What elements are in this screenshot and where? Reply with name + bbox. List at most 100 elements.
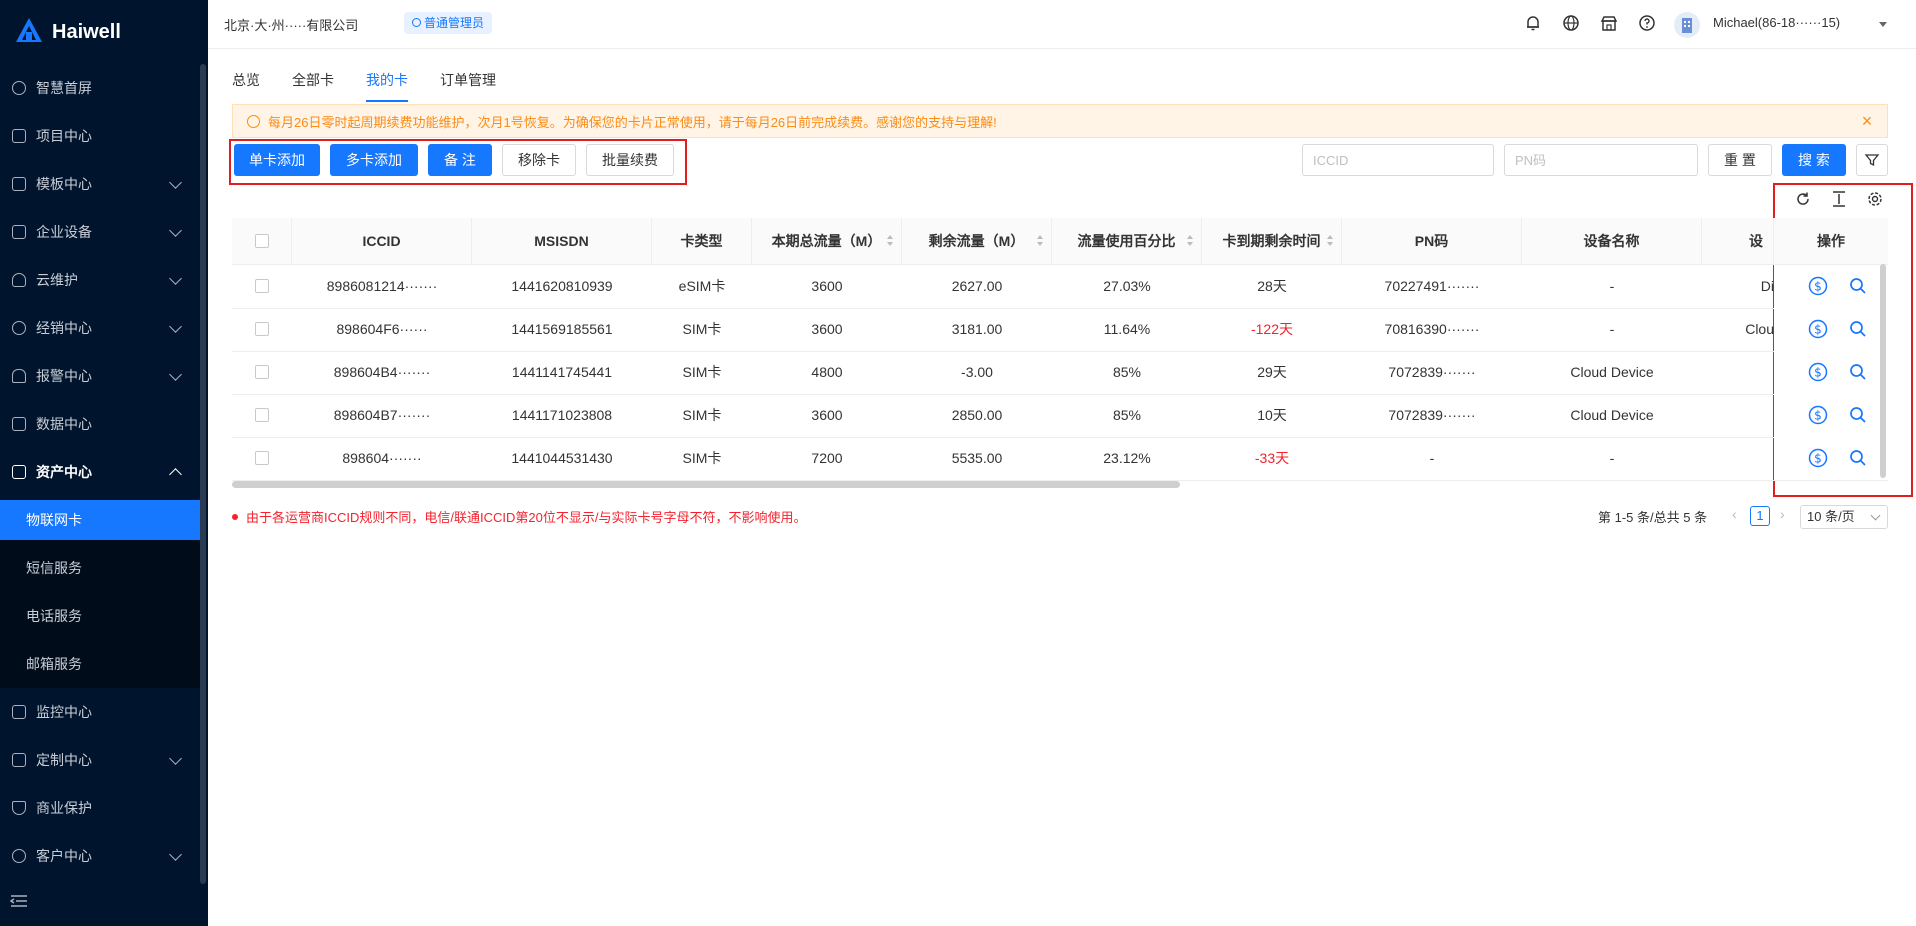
header-card-type[interactable]: 卡类型 [652, 218, 752, 264]
row-checkbox[interactable] [255, 451, 269, 465]
sidebar-item-label: 监控中心 [36, 704, 92, 720]
chevron-down-icon [169, 320, 182, 333]
select-all-checkbox[interactable] [255, 234, 269, 248]
sidebar-item-alarm[interactable]: 报警中心 [0, 356, 200, 396]
sidebar-subitem-sms[interactable]: 短信服务 [0, 548, 200, 588]
header-msisdn[interactable]: MSISDN [472, 218, 652, 264]
sidebar-item-protection[interactable]: 商业保护 [0, 788, 200, 828]
table-horizontal-scrollbar[interactable] [232, 481, 1180, 488]
table-vertical-scrollbar[interactable] [1880, 264, 1886, 478]
sidebar-subitem-email[interactable]: 邮箱服务 [0, 644, 200, 684]
batch-renew-button[interactable]: 批量续费 [586, 144, 674, 176]
header-usage-percent[interactable]: 流量使用百分比 [1052, 218, 1202, 264]
search-icon[interactable] [1848, 405, 1868, 425]
cell-usage-percent: 23.12% [1103, 450, 1151, 466]
search-icon[interactable] [1848, 276, 1868, 296]
tab-overview[interactable]: 总览 [232, 70, 260, 90]
page-number-button[interactable]: 1 [1750, 506, 1770, 526]
sidebar-subitem-phone[interactable]: 电话服务 [0, 596, 200, 636]
table-row[interactable]: 898604······· 1441044531430 SIM卡 7200 55… [232, 437, 1888, 481]
row-checkbox[interactable] [255, 365, 269, 379]
avatar[interactable] [1674, 12, 1700, 38]
iccid-search-input[interactable] [1302, 144, 1494, 176]
user-menu[interactable]: Michael(86-18······15) [1713, 15, 1840, 30]
sidebar-scrollbar[interactable] [200, 64, 206, 884]
table-row[interactable]: 898604F6······ 1441569185561 SIM卡 3600 3… [232, 308, 1888, 352]
search-icon[interactable] [1848, 319, 1868, 339]
row-checkbox[interactable] [255, 408, 269, 422]
cell-remaining-traffic: 2627.00 [951, 278, 1003, 294]
bell-icon[interactable] [1524, 14, 1542, 32]
refresh-icon[interactable] [1794, 190, 1812, 208]
renew-dollar-icon[interactable]: $ [1808, 319, 1828, 339]
menu-collapse-icon[interactable] [10, 894, 28, 908]
filter-button[interactable] [1856, 144, 1888, 176]
header-operations: 操作 [1774, 218, 1888, 264]
brand-logo[interactable]: Haiwell [0, 0, 208, 64]
header-pn[interactable]: PN码 [1342, 218, 1522, 264]
search-icon[interactable] [1848, 362, 1868, 382]
table-row[interactable]: 898604B4······· 1441141745441 SIM卡 4800 … [232, 351, 1888, 395]
header-device-extra[interactable]: 设 [1702, 218, 1774, 264]
sidebar-item-label: 报警中心 [36, 368, 92, 384]
close-icon[interactable]: × [1859, 112, 1875, 130]
sidebar-item-projects[interactable]: 项目中心 [0, 116, 200, 156]
prev-page-icon[interactable]: ‹ [1732, 506, 1744, 524]
remark-button[interactable]: 备 注 [428, 144, 492, 176]
header-remaining-traffic[interactable]: 剩余流量（M） [902, 218, 1052, 264]
sort-icon[interactable] [887, 235, 893, 247]
sidebar-item-customers[interactable]: 客户中心 [0, 836, 200, 876]
renew-dollar-icon[interactable]: $ [1808, 405, 1828, 425]
cell-total-traffic: 7200 [811, 450, 843, 466]
column-height-icon[interactable] [1830, 190, 1848, 208]
sort-icon[interactable] [1327, 235, 1333, 247]
globe-icon[interactable] [1562, 14, 1580, 32]
sidebar-item-monitor[interactable]: 监控中心 [0, 692, 200, 732]
multi-add-button[interactable]: 多卡添加 [330, 144, 418, 176]
table-row[interactable]: 8986081214······· 1441620810939 eSIM卡 36… [232, 265, 1888, 309]
header-device-name[interactable]: 设备名称 [1522, 218, 1702, 264]
alarm-icon [12, 369, 26, 383]
sidebar-item-cloud[interactable]: 云维护 [0, 260, 200, 300]
sidebar-item-data[interactable]: 数据中心 [0, 404, 200, 444]
page-size-select[interactable]: 10 条/页 [1800, 505, 1888, 529]
header-total-traffic[interactable]: 本期总流量（M） [752, 218, 902, 264]
row-checkbox[interactable] [255, 322, 269, 336]
cell-device-name: Cloud Device [1570, 407, 1654, 423]
header-expiry[interactable]: 卡到期剩余时间 [1202, 218, 1342, 264]
header-label: 剩余流量（M） [928, 233, 1025, 249]
sidebar-item-dashboard[interactable]: 智慧首屏 [0, 68, 200, 108]
search-button[interactable]: 搜 索 [1782, 144, 1846, 176]
sort-icon[interactable] [1037, 235, 1043, 247]
pn-search-input[interactable] [1504, 144, 1698, 176]
next-page-icon[interactable]: › [1780, 506, 1792, 524]
sidebar-subitem-iot-card[interactable]: 物联网卡 [0, 500, 200, 540]
sidebar-item-devices[interactable]: 企业设备 [0, 212, 200, 252]
table-row[interactable]: 898604B7······· 1441171023808 SIM卡 3600 … [232, 394, 1888, 438]
help-icon[interactable] [1638, 14, 1656, 32]
tab-all-cards[interactable]: 全部卡 [292, 70, 334, 90]
renew-dollar-icon[interactable]: $ [1808, 362, 1828, 382]
tab-my-cards[interactable]: 我的卡 [366, 70, 408, 90]
header-iccid[interactable]: ICCID [292, 218, 472, 264]
sidebar-item-templates[interactable]: 模板中心 [0, 164, 200, 204]
cell-iccid: 898604F6······ [336, 321, 428, 337]
sidebar-item-assets[interactable]: 资产中心 [0, 452, 200, 492]
remove-card-button[interactable]: 移除卡 [502, 144, 576, 176]
caret-down-icon[interactable] [1878, 19, 1888, 29]
search-icon[interactable] [1848, 448, 1868, 468]
renew-dollar-icon[interactable]: $ [1808, 276, 1828, 296]
sidebar-item-custom[interactable]: 定制中心 [0, 740, 200, 780]
cell-remaining-traffic: 3181.00 [951, 321, 1003, 337]
tab-orders[interactable]: 订单管理 [440, 70, 496, 90]
cell-device-extra [1702, 437, 1774, 480]
settings-icon[interactable] [1866, 190, 1884, 208]
reset-button[interactable]: 重 置 [1708, 144, 1772, 176]
sort-icon[interactable] [1187, 235, 1193, 247]
renew-dollar-icon[interactable]: $ [1808, 448, 1828, 468]
store-icon[interactable] [1600, 14, 1618, 32]
single-add-button[interactable]: 单卡添加 [234, 144, 320, 176]
row-checkbox[interactable] [255, 279, 269, 293]
sidebar-item-label: 商业保护 [36, 800, 92, 816]
sidebar-item-dealer[interactable]: 经销中心 [0, 308, 200, 348]
